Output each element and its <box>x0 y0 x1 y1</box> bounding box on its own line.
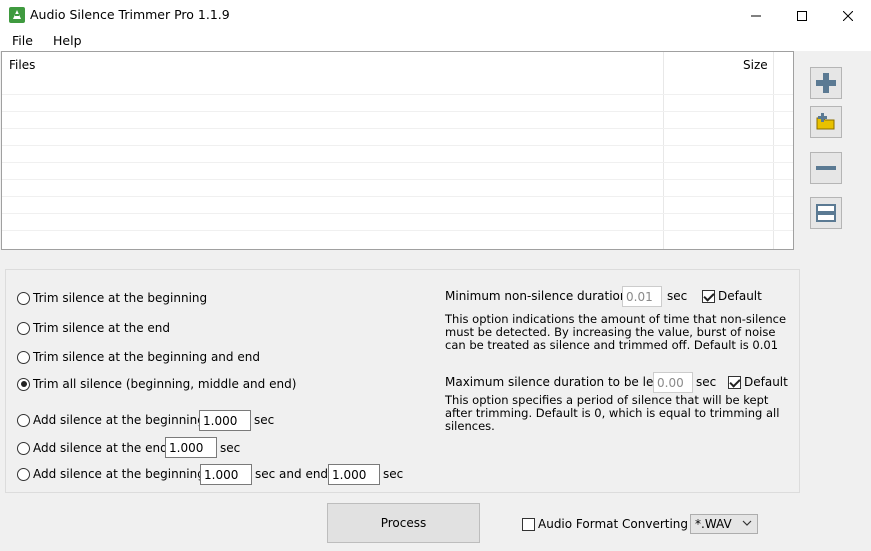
format-converting-label: Audio Format Converting <box>538 517 689 531</box>
unit-label: sec <box>696 375 717 389</box>
minus-icon <box>816 166 836 170</box>
format-select[interactable]: *.WAV <box>690 514 758 534</box>
column-divider <box>773 52 774 249</box>
max-silence-default[interactable]: Default <box>728 375 788 389</box>
title-bar: Audio Silence Trimmer Pro 1.1.9 <box>0 0 871 31</box>
column-header-size[interactable]: Size <box>743 58 768 72</box>
format-converting-option[interactable]: Audio Format Converting <box>522 517 688 531</box>
process-button[interactable]: Process <box>327 503 480 543</box>
max-silence-input[interactable]: 0.00 <box>653 372 693 393</box>
minimize-icon <box>751 15 761 16</box>
add-both-beginning-input[interactable]: 1.000 <box>200 464 252 485</box>
remove-file-button[interactable] <box>810 152 842 184</box>
list-row-line <box>2 145 793 146</box>
menu-file[interactable]: File <box>12 33 33 48</box>
mode-add-beginning-end[interactable]: Add silence at the beginning <box>17 465 205 483</box>
minimize-button[interactable] <box>733 0 779 31</box>
max-silence-label: Maximum silence duration to be left <box>445 375 663 389</box>
radio-button[interactable] <box>17 467 30 481</box>
default-checkbox[interactable] <box>702 289 715 303</box>
column-header-files[interactable]: Files <box>9 58 35 72</box>
radio-button[interactable] <box>17 441 30 455</box>
mode-add-end[interactable]: Add silence at the end <box>17 439 168 457</box>
radio-button-selected[interactable] <box>17 377 30 391</box>
maximize-icon <box>797 10 807 21</box>
list-row-line <box>2 196 793 197</box>
unit-label: sec <box>383 467 404 481</box>
max-silence-description: This option specifies a period of silenc… <box>445 393 780 433</box>
add-both-end-input[interactable]: 1.000 <box>328 464 380 485</box>
default-label: Default <box>718 289 762 303</box>
add-folder-button[interactable] <box>810 106 842 138</box>
chevron-down-icon <box>742 520 752 526</box>
mode-label: Trim silence at the beginning and end <box>33 350 260 364</box>
format-value: *.WAV <box>695 517 732 531</box>
mode-trim-end[interactable]: Trim silence at the end <box>17 319 170 337</box>
add-file-button[interactable] <box>810 67 842 99</box>
radio-button[interactable] <box>17 413 30 427</box>
menu-help[interactable]: Help <box>53 33 82 48</box>
list-row-line <box>2 111 793 112</box>
format-converting-checkbox[interactable] <box>522 517 535 531</box>
radio-button[interactable] <box>17 291 30 305</box>
min-nonsilence-description: This option indications the amount of ti… <box>445 312 787 352</box>
unit-label: sec <box>254 413 275 427</box>
radio-button[interactable] <box>17 350 30 364</box>
default-checkbox[interactable] <box>728 375 741 389</box>
min-nonsilence-default[interactable]: Default <box>702 289 762 303</box>
file-list[interactable]: Files Size <box>1 51 794 250</box>
add-end-input[interactable]: 1.000 <box>165 437 217 458</box>
mid-label: sec and end <box>255 467 329 481</box>
folder-plus-icon <box>816 113 835 130</box>
list-row-line <box>2 213 793 214</box>
add-beginning-input[interactable]: 1.000 <box>199 410 251 431</box>
list-row-line <box>2 230 793 231</box>
mode-label: Add silence at the beginning <box>33 467 205 481</box>
min-nonsilence-label: Minimum non-silence duration <box>445 289 628 303</box>
list-row-line <box>2 179 793 180</box>
menu-bar: File Help <box>0 31 871 51</box>
mode-label: Trim silence at the beginning <box>33 291 208 305</box>
list-row-line <box>2 162 793 163</box>
min-nonsilence-input[interactable]: 0.01 <box>622 286 662 307</box>
mode-trim-beginning[interactable]: Trim silence at the beginning <box>17 289 207 307</box>
mode-label: Trim all silence (beginning, middle and … <box>33 377 297 391</box>
close-icon <box>843 10 853 21</box>
unit-label: sec <box>667 289 688 303</box>
plus-icon <box>816 73 836 93</box>
list-row-line <box>2 94 793 95</box>
mode-add-beginning[interactable]: Add silence at the beginning <box>17 411 205 429</box>
mode-label: Trim silence at the end <box>33 321 171 335</box>
mode-trim-beginning-end[interactable]: Trim silence at the beginning and end <box>17 348 260 366</box>
list-row-line <box>2 128 793 129</box>
column-divider <box>663 52 664 249</box>
mode-label: Add silence at the beginning <box>33 413 205 427</box>
unit-label: sec <box>220 441 241 455</box>
clear-list-icon <box>816 204 836 222</box>
radio-button[interactable] <box>17 321 30 335</box>
mode-label: Add silence at the end <box>33 441 168 455</box>
window-title: Audio Silence Trimmer Pro 1.1.9 <box>30 7 230 22</box>
app-icon <box>9 7 25 23</box>
mode-trim-all[interactable]: Trim all silence (beginning, middle and … <box>17 375 296 393</box>
maximize-button[interactable] <box>779 0 825 31</box>
close-button[interactable] <box>825 0 871 31</box>
default-label: Default <box>744 375 788 389</box>
clear-list-button[interactable] <box>810 197 842 229</box>
